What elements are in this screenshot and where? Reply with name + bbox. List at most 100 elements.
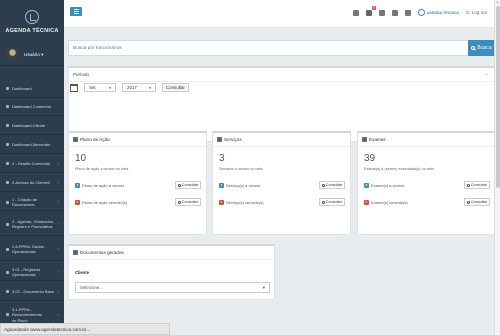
sidebar-item-text: 1 - Criação de Documentos (12, 197, 58, 207)
consult-button[interactable]: Consultar (174, 181, 201, 189)
sidebar-item-line1: Dashboard Comercial (12, 104, 51, 110)
period-title: Período (73, 72, 90, 77)
card-row-expired: ✕ Serviço(s) vencido(s) Consultar (219, 197, 345, 207)
year-select[interactable]: 2017 ▾ (122, 83, 156, 92)
brand[interactable]: AGENDA TÉCNICA (417, 9, 460, 16)
month-select[interactable]: Set ▾ (84, 83, 116, 92)
card-plano-acao: Plano de Ação 10 Plano de ação a vencer no… (68, 131, 207, 235)
settings-icon[interactable] (404, 9, 411, 16)
user-panel[interactable]: Usuário ▾ (0, 44, 64, 66)
sidebar-item[interactable]: Dashboard Comercial (0, 99, 64, 116)
search-bar: Busca (68, 40, 495, 56)
sidebar: AGENDA TÉCNICA Usuário ▾ Dashboard Dashbo… (0, 0, 64, 335)
scroll-up-icon[interactable]: ▲ (496, 0, 499, 4)
search-input[interactable] (68, 40, 468, 56)
menu-toggle-button[interactable] (70, 7, 82, 16)
sidebar-item-label: 3.02 - Documento Base (6, 289, 54, 294)
calendar-icon[interactable] (378, 9, 385, 16)
collapse-button[interactable]: − (485, 72, 488, 78)
avatar (6, 48, 19, 61)
sidebar-item[interactable]: 0-Acesso do Cliente2 ‹ (0, 175, 64, 192)
sidebar-logo[interactable]: AGENDA TÉCNICA (0, 0, 64, 44)
user-icon[interactable] (352, 9, 359, 16)
search-icon (466, 200, 470, 204)
scrollbar-thumb[interactable] (496, 6, 500, 188)
row-label: Serviço(s) a vencer (226, 182, 261, 188)
card-exames: Exames 39 Exame(s) a (serem) executado(s) … (357, 131, 496, 235)
sidebar-item-line1: 3.1-PPRA - Reconhecimento (12, 307, 43, 318)
sidebar-item[interactable]: 3.01 - Registros Operacionais ‹ (0, 264, 64, 281)
menu-item-icon (6, 270, 9, 274)
consult-label: Consultar (181, 183, 198, 187)
chevron-left-icon: ‹ (57, 199, 59, 205)
docs-title: Documentos gerados (80, 250, 124, 255)
card-subtitle: Plano de ação a vencer no mês (75, 167, 129, 171)
consult-button[interactable]: Consultar (318, 198, 345, 206)
sidebar-item-label: Dashboard Alexandre (6, 142, 50, 147)
card-row-to-expire: ★ Serviço(s) a vencer Consultar (219, 180, 345, 190)
sidebar-item[interactable]: 2 - Agenda, Chamados, Registro e Formulár… (0, 213, 64, 236)
sidebar-item-line1: 3.02 - Documento Base (12, 289, 55, 295)
sidebar-item-label: 0 - Gestão Comercial (6, 161, 50, 166)
menu-item-icon (6, 162, 9, 166)
scrollbar[interactable]: ▲ (494, 0, 500, 335)
period-consult-button[interactable]: Consultar (162, 83, 189, 92)
brand-logo-icon (417, 9, 425, 16)
card-row-expired: ✕ Exame(s) vencido(s) Consultar (364, 197, 490, 207)
consult-label: Consultar (181, 200, 198, 204)
sidebar-item-label: 3.01 - Registros Operacionais (6, 267, 58, 277)
expired-icon: ✕ (219, 199, 224, 205)
search-icon (177, 200, 181, 204)
consult-label: Consultar (470, 183, 487, 187)
card-header: Serviços (213, 133, 350, 147)
sidebar-item-line1: 0-Acesso do Cliente2 (12, 180, 51, 186)
search-icon (466, 183, 470, 187)
sidebar-item-label: 3.1-PPRA - Reconhecimento de Risco (6, 307, 58, 323)
sidebar-item[interactable]: 0 - Gestão Comercial ‹ (0, 156, 64, 173)
consult-button[interactable]: Consultar (318, 181, 345, 189)
sidebar-item[interactable]: 2.8-PPRA- Dados Operacionais ‹ (0, 238, 64, 261)
menu-item-icon (6, 143, 9, 147)
card-title: Exames (369, 137, 386, 142)
menu-item-icon (6, 124, 9, 128)
sidebar-item[interactable]: Dashboard Cliente (0, 118, 64, 135)
client-select-value: Selecione... (80, 285, 103, 290)
menu-item-icon (6, 222, 9, 226)
consult-button[interactable]: Consultar (463, 181, 490, 189)
expired-icon: ✕ (75, 199, 80, 205)
consult-button[interactable]: Consultar (174, 198, 201, 206)
period-header: Período − (69, 68, 494, 82)
sidebar-item-line1: 3.01 - Registros Operacionais (12, 266, 41, 277)
menu-item-icon (6, 105, 9, 109)
sidebar-item-label: Dashboard Comercial (6, 104, 51, 109)
card-row-to-expire: ★ Plano de ação a vencer Consultar (75, 180, 201, 190)
sidebar-item-text: Dashboard Cliente (12, 123, 45, 128)
sidebar-item-line1: Dashboard Alexandre (12, 142, 51, 148)
main-content: Busca Período − Set ▾ 2017 ▾ Consultar Pla… (64, 28, 496, 323)
search-button-label: Busca (477, 45, 492, 51)
search-button[interactable]: Busca (468, 40, 495, 56)
card-subtitle: Exame(s) a (serem) executado(s) no mês (364, 167, 435, 171)
sidebar-item[interactable]: Dashboard (0, 81, 64, 98)
sidebar-item[interactable]: 3.02 - Documento Base ‹ (0, 284, 64, 301)
consult-button[interactable]: Consultar (463, 198, 490, 206)
card-icon (217, 137, 222, 142)
user-name[interactable]: Usuário ▾ (24, 52, 43, 58)
sidebar-item-label: 2 - Agenda, Chamados, Registro e Formulár… (6, 219, 54, 229)
logout-button[interactable]: ⏻ Log out (466, 10, 487, 15)
client-select[interactable]: Selecione... ▾ (75, 282, 270, 293)
sidebar-item[interactable]: 1 - Criação de Documentos ‹ (0, 194, 64, 211)
chevron-left-icon: ‹ (57, 221, 59, 227)
chevron-down-icon: ▾ (262, 284, 265, 290)
card-header: Plano de Ação (69, 133, 206, 147)
card-subtitle: Serviços a vencer no mês (219, 167, 263, 171)
list-icon[interactable] (391, 9, 398, 16)
calendar-icon (70, 83, 78, 92)
sidebar-item-label: Dashboard (6, 86, 32, 91)
sidebar-item-line2: Operacionais (12, 249, 36, 254)
sidebar-item[interactable]: Dashboard Alexandre (0, 137, 64, 154)
chevron-left-icon: ‹ (57, 161, 59, 167)
notification-icon[interactable]: 9 (365, 5, 376, 16)
card-row-to-expire: ★ Exame(s) a vencer Consultar (364, 180, 490, 190)
row-label: Exame(s) a vencer (371, 182, 405, 188)
